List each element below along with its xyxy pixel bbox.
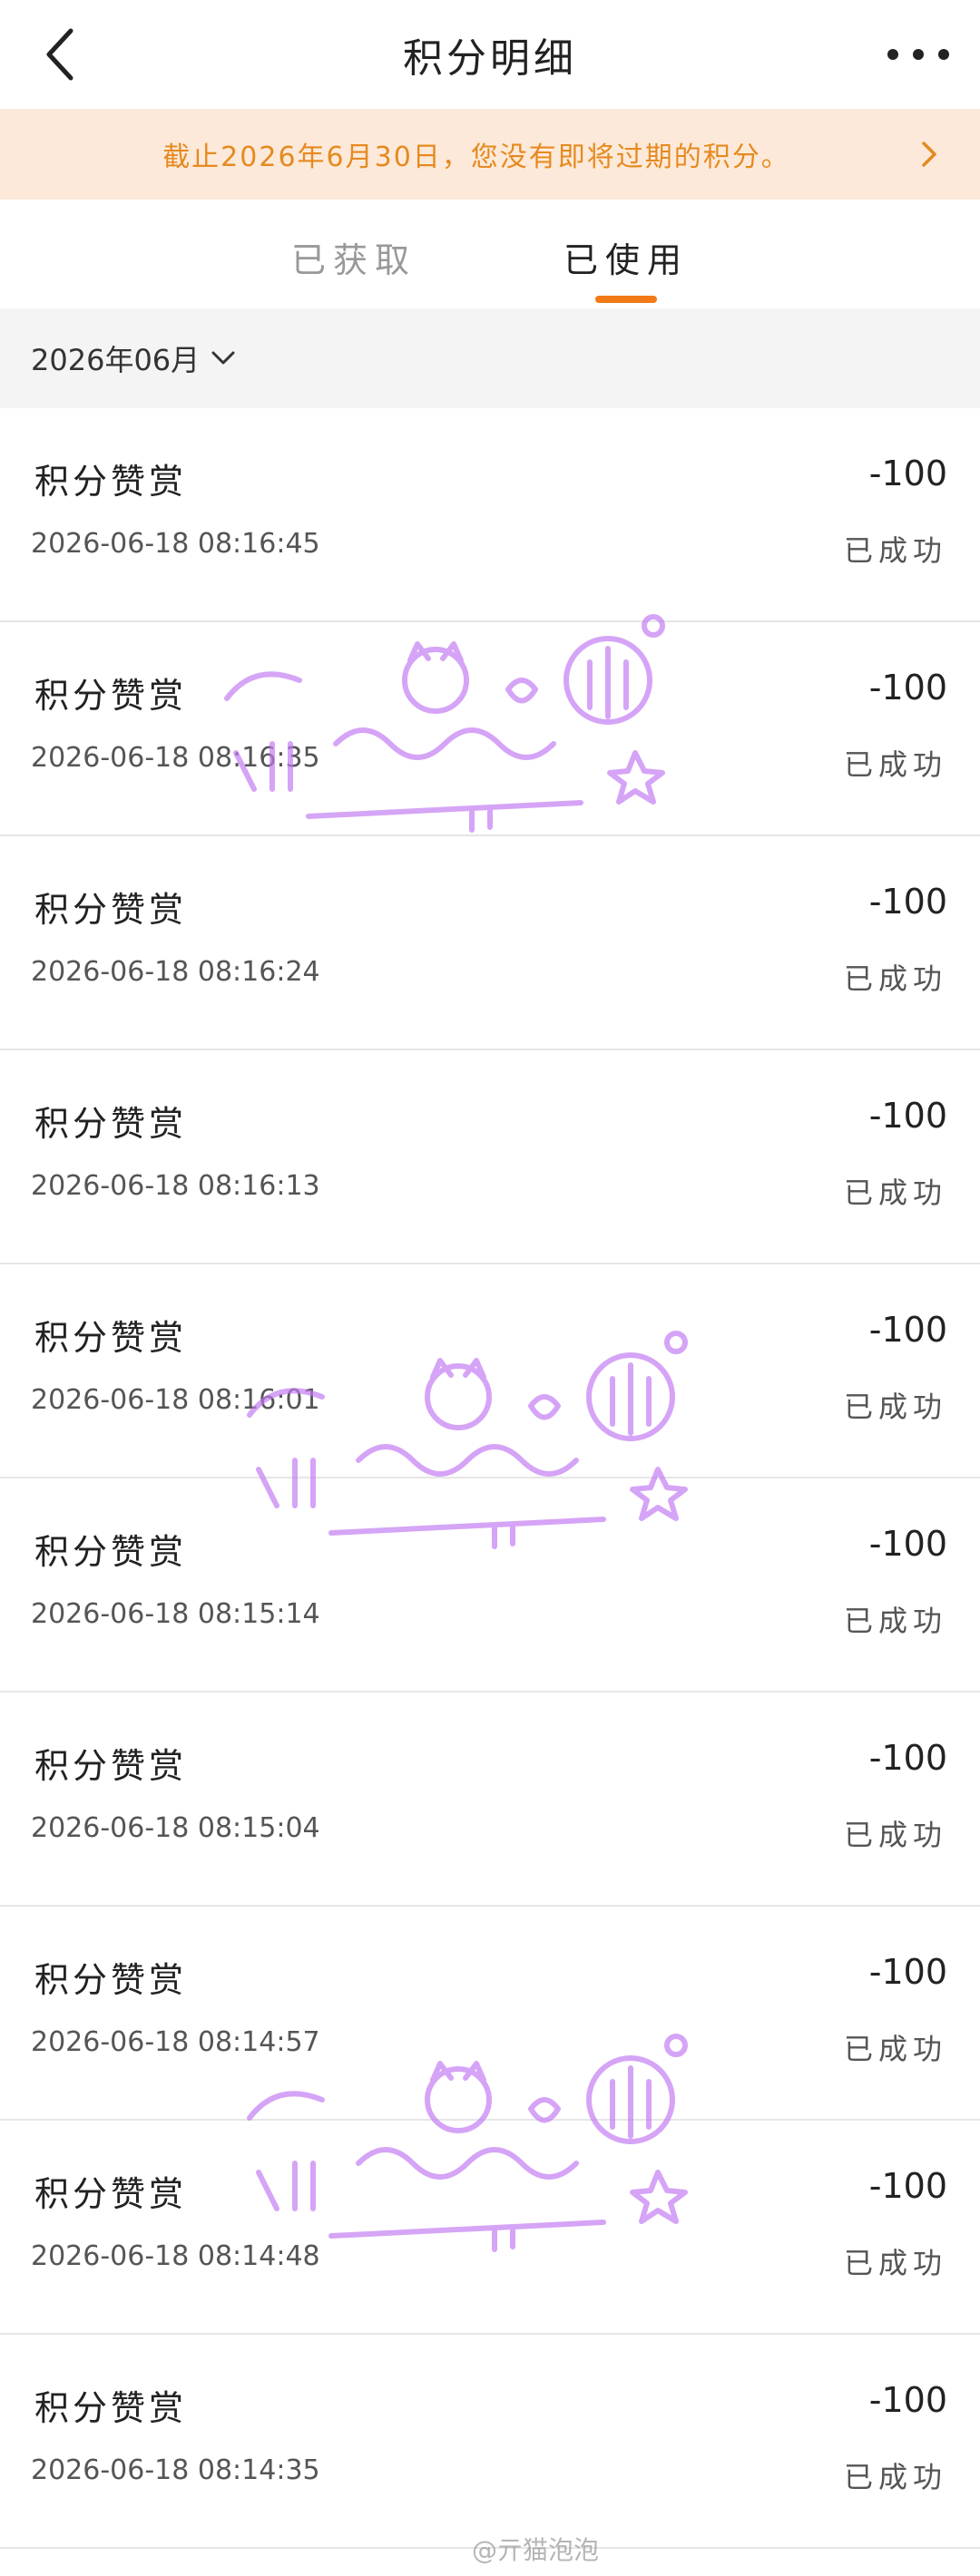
record-item[interactable]: 积分赞赏 2026-06-18 08:15:04 -100 已成功 [0, 1693, 980, 1907]
record-status: 已成功 [843, 2246, 947, 2280]
record-status: 已成功 [843, 747, 947, 782]
month-filter-bar: 2026年06月 [0, 308, 980, 408]
record-status: 已成功 [843, 2460, 947, 2494]
expiry-notice-banner[interactable]: 截止2026年6月30日，您没有即将过期的积分。 [0, 109, 980, 200]
tab-label: 已获取 [290, 240, 416, 280]
points-record-list: 积分赞赏 2026-06-18 08:16:45 -100 已成功 积分赞赏 2… [0, 408, 980, 2549]
record-item[interactable]: 积分赞赏 2026-06-18 08:16:01 -100 已成功 [0, 1264, 980, 1478]
record-item[interactable]: 积分赞赏 2026-06-18 08:14:48 -100 已成功 [0, 2121, 980, 2335]
record-amount: -100 [868, 2166, 947, 2206]
record-time: 2026-06-18 08:15:04 [31, 1812, 320, 1844]
tab-label: 已使用 [563, 240, 689, 280]
record-status: 已成功 [843, 2032, 947, 2066]
record-status: 已成功 [843, 961, 947, 996]
record-time: 2026-06-18 08:16:45 [31, 528, 320, 560]
record-item[interactable]: 积分赞赏 2026-06-18 08:16:13 -100 已成功 [0, 1050, 980, 1264]
record-title: 积分赞赏 [34, 1746, 188, 1786]
month-label: 2026年06月 [31, 343, 201, 377]
record-time: 2026-06-18 08:14:57 [31, 2026, 320, 2058]
record-item[interactable]: 积分赞赏 2026-06-18 08:14:35 -100 已成功 [0, 2335, 980, 2549]
record-time: 2026-06-18 08:14:35 [31, 2454, 320, 2486]
record-title: 积分赞赏 [34, 890, 188, 930]
more-button[interactable] [880, 20, 956, 89]
record-amount: -100 [868, 2380, 947, 2420]
record-title: 积分赞赏 [34, 1318, 188, 1358]
page-title: 积分明细 [403, 35, 577, 82]
active-tab-indicator [595, 296, 657, 303]
tab-bar: 已获取 已使用 [0, 200, 980, 308]
chevron-down-icon [211, 345, 238, 372]
record-item[interactable]: 积分赞赏 2026-06-18 08:16:45 -100 已成功 [0, 408, 980, 622]
record-status: 已成功 [843, 1604, 947, 1638]
record-amount: -100 [868, 668, 947, 707]
record-status: 已成功 [843, 533, 947, 568]
record-item[interactable]: 积分赞赏 2026-06-18 08:15:14 -100 已成功 [0, 1478, 980, 1693]
record-title: 积分赞赏 [34, 1532, 188, 1572]
record-title: 积分赞赏 [34, 462, 188, 502]
record-amount: -100 [868, 1952, 947, 1992]
record-time: 2026-06-18 08:15:14 [31, 1598, 320, 1630]
chevron-left-icon [46, 28, 74, 81]
record-amount: -100 [868, 454, 947, 493]
record-status: 已成功 [843, 1818, 947, 1852]
record-title: 积分赞赏 [34, 1104, 188, 1144]
record-time: 2026-06-18 08:16:24 [31, 956, 320, 988]
record-time: 2026-06-18 08:16:13 [31, 1170, 320, 1202]
notice-text: 截止2026年6月30日，您没有即将过期的积分。 [162, 141, 790, 173]
record-status: 已成功 [843, 1390, 947, 1424]
tab-used[interactable]: 已使用 [490, 200, 762, 308]
record-item[interactable]: 积分赞赏 2026-06-18 08:14:57 -100 已成功 [0, 1907, 980, 2121]
record-time: 2026-06-18 08:14:48 [31, 2240, 320, 2272]
watermark-text: @亓猫泡泡 [471, 2535, 599, 2565]
record-title: 积分赞赏 [34, 2388, 188, 2428]
tab-earned[interactable]: 已获取 [218, 200, 490, 308]
record-time: 2026-06-18 08:16:35 [31, 742, 320, 774]
record-title: 积分赞赏 [34, 2174, 188, 2214]
record-item[interactable]: 积分赞赏 2026-06-18 08:16:24 -100 已成功 [0, 836, 980, 1050]
more-dots-icon [887, 49, 949, 60]
back-button[interactable] [25, 20, 94, 89]
month-selector[interactable]: 2026年06月 [31, 337, 238, 379]
record-amount: -100 [868, 1738, 947, 1778]
chevron-right-icon [911, 136, 947, 172]
record-amount: -100 [868, 1096, 947, 1136]
record-time: 2026-06-18 08:16:01 [31, 1384, 320, 1416]
record-item[interactable]: 积分赞赏 2026-06-18 08:16:35 -100 已成功 [0, 622, 980, 836]
record-title: 积分赞赏 [34, 676, 188, 716]
record-title: 积分赞赏 [34, 1960, 188, 2000]
record-amount: -100 [868, 1310, 947, 1350]
record-amount: -100 [868, 882, 947, 922]
record-amount: -100 [868, 1524, 947, 1564]
top-bar: 积分明细 [0, 0, 980, 109]
record-status: 已成功 [843, 1176, 947, 1210]
